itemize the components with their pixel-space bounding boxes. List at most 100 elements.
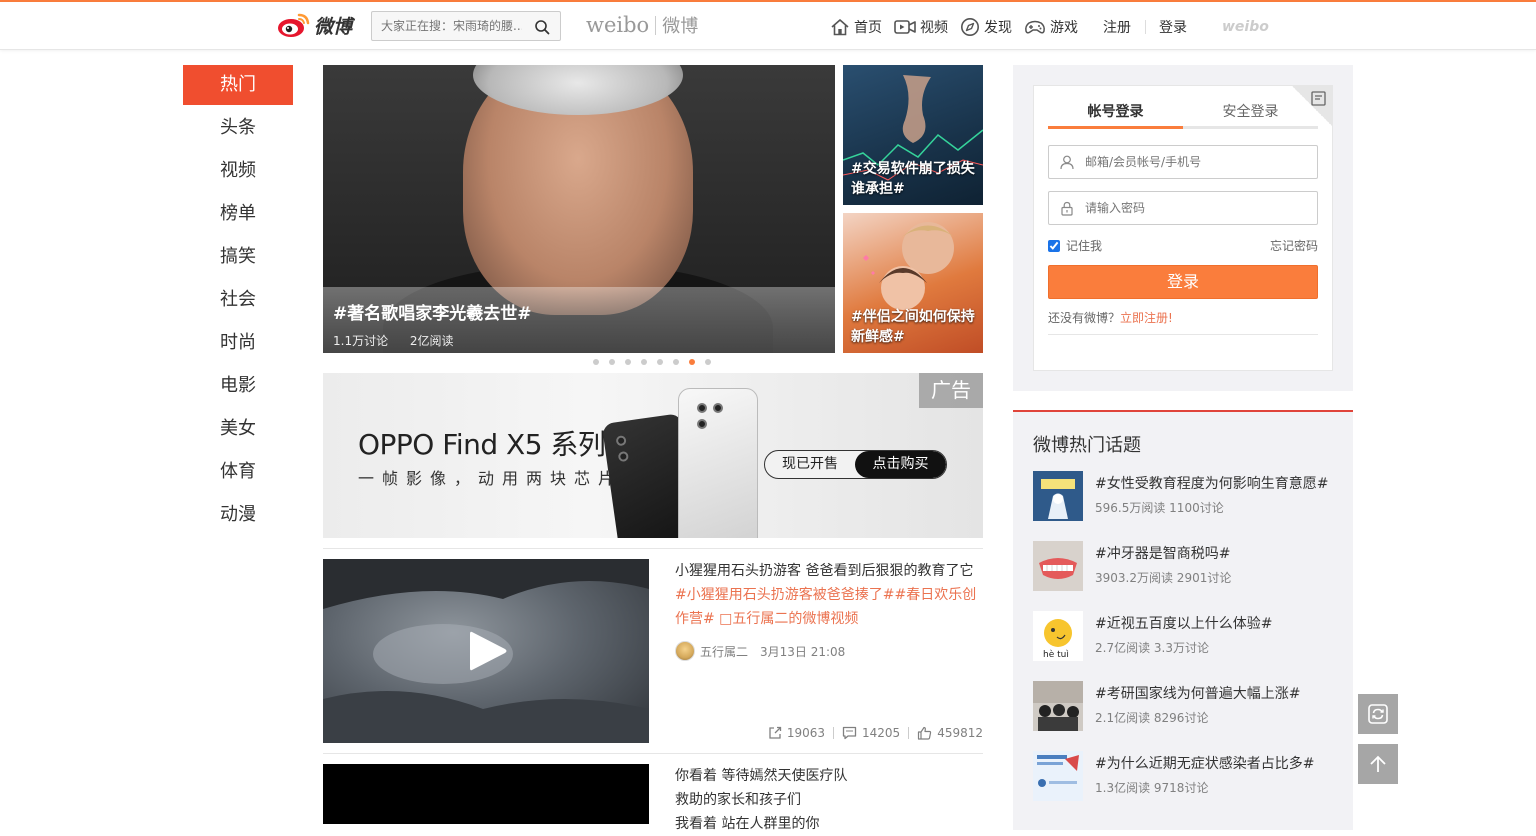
channel-society[interactable]: 社会: [183, 280, 293, 323]
tab-account-login[interactable]: 帐号登录: [1048, 98, 1183, 129]
login-link[interactable]: 登录: [1159, 17, 1187, 37]
ad-banner[interactable]: 广告 OPPO Find X5 系列 一帧影像，动用两块芯片 现已开售 点击购买: [323, 373, 983, 538]
ad-title: OPPO Find X5 系列: [358, 428, 606, 461]
brand-en: weibo: [586, 13, 650, 37]
comment-count: 14205: [862, 726, 901, 740]
like-button[interactable]: 459812: [917, 726, 983, 740]
search-input[interactable]: [372, 12, 522, 40]
feed-time: 3月13日 21:08: [760, 644, 846, 659]
channel-fashion[interactable]: 时尚: [183, 323, 293, 366]
back-to-top-button[interactable]: [1358, 744, 1398, 784]
gamepad-icon: [1025, 20, 1045, 34]
hot-topic-meta: 596.5万阅读 1100讨论: [1095, 501, 1224, 515]
comment-button[interactable]: 14205: [842, 726, 900, 740]
carousel-dot-active[interactable]: [689, 359, 695, 365]
slide-meta: 1.1万讨论 2亿阅读: [333, 332, 825, 349]
feed-divider: [323, 753, 983, 754]
ad-buy-button[interactable]: 点击购买: [855, 451, 946, 478]
play-icon[interactable]: [468, 629, 508, 673]
avatar[interactable]: [675, 641, 695, 661]
hot-topic-meta: 1.3亿阅读 9718讨论: [1095, 781, 1209, 795]
thumbs-up-icon: [918, 726, 932, 740]
ad-tag: 广告: [919, 373, 983, 408]
hot-topic-item[interactable]: hè tuì #近视五百度以上什么体验# 2.7亿阅读 3.3万讨论: [1033, 611, 1343, 661]
feed-item-2-line1: 你看着 等待嫣然天使医疗队: [675, 768, 848, 784]
nav-home-label: 首页: [854, 20, 882, 36]
hot-topic-meta: 3903.2万阅读 2901讨论: [1095, 571, 1232, 585]
arrow-up-icon: [1370, 755, 1386, 772]
feed-item-tags[interactable]: #小猩猩用石头扔游客被爸爸揍了##春日欢乐创作营# □五行属二的微博视频: [675, 583, 980, 631]
forward-count: 19063: [786, 726, 825, 740]
channel-video[interactable]: 视频: [183, 151, 293, 194]
feed-item-2-line2: 救助的家长和孩子们: [675, 792, 801, 808]
nav-game[interactable]: 游戏: [1024, 17, 1078, 37]
channel-funny[interactable]: 搞笑: [183, 237, 293, 280]
feed-item-text-2: 你看着 等待嫣然天使医疗队 救助的家长和孩子们 我看着 站在人群里的你: [675, 764, 980, 836]
carousel-dot[interactable]: [705, 359, 711, 365]
forward-icon: [769, 726, 781, 739]
hot-topic-item[interactable]: #冲牙器是智商税吗# 3903.2万阅读 2901讨论: [1033, 541, 1343, 591]
hot-topic-name: #为什么近期无症状感染者占比多#: [1095, 756, 1315, 772]
phone-white-graphic: [678, 388, 758, 538]
feed-item-actions: 19063 14205 459812: [768, 726, 983, 740]
hot-topic-item[interactable]: #女性受教育程度为何影响生育意愿# 596.5万阅读 1100讨论: [1033, 471, 1343, 521]
svg-text:hè tuì: hè tuì: [1043, 649, 1069, 660]
carousel-dots: [593, 359, 721, 365]
hot-topic-meta: 2.7亿阅读 3.3万讨论: [1095, 641, 1209, 655]
hot-topic-item[interactable]: #为什么近期无症状感染者占比多# 1.3亿阅读 9718讨论: [1033, 751, 1343, 801]
tab-secure-login[interactable]: 安全登录: [1183, 98, 1318, 129]
password-input[interactable]: [1085, 192, 1310, 224]
register-prompt-text: 还没有微博？: [1048, 311, 1121, 325]
remember-me[interactable]: 记住我: [1048, 237, 1102, 254]
refresh-icon: [1368, 704, 1388, 724]
carousel-dot[interactable]: [625, 359, 631, 365]
channel-beauty[interactable]: 美女: [183, 409, 293, 452]
register-link[interactable]: 注册: [1103, 17, 1131, 37]
carousel-main-slide[interactable]: #著名歌唱家李光羲去世# 1.1万讨论 2亿阅读: [323, 65, 835, 353]
carousel-side-slide-1[interactable]: #交易软件崩了损失谁承担#: [843, 65, 983, 205]
username-input[interactable]: [1085, 146, 1310, 178]
channel-hot[interactable]: 热门: [183, 65, 293, 105]
brand-cn: 微博: [662, 16, 699, 37]
feed-user-name[interactable]: 五行属二: [700, 643, 748, 660]
weibo-logo[interactable]: 微博: [277, 9, 352, 41]
weibo-eye-icon: [278, 13, 310, 37]
search-icon[interactable]: [534, 19, 550, 35]
like-count: 459812: [937, 726, 983, 740]
comment-icon: [842, 726, 857, 740]
register-prompt: 还没有微博？立即注册!: [1048, 309, 1318, 335]
register-now-link[interactable]: 立即注册!: [1120, 311, 1173, 325]
slide-title[interactable]: #著名歌唱家李光羲去世#: [333, 299, 825, 324]
action-divider: [833, 727, 834, 739]
carousel-dot[interactable]: [609, 359, 615, 365]
feed-video-thumbnail[interactable]: [323, 559, 649, 743]
ad-buttons: 现已开售 点击购买: [764, 450, 947, 479]
forward-button[interactable]: 19063: [768, 726, 825, 740]
hot-topic-meta: 2.1亿阅读 8296讨论: [1095, 711, 1209, 725]
channel-sports[interactable]: 体育: [183, 452, 293, 495]
carousel-dot[interactable]: [593, 359, 599, 365]
channel-movie[interactable]: 电影: [183, 366, 293, 409]
channel-rank[interactable]: 榜单: [183, 194, 293, 237]
channel-headline[interactable]: 头条: [183, 108, 293, 151]
forgot-password-link[interactable]: 忘记密码: [1270, 237, 1318, 254]
feed-item-user: 五行属二 3月13日 21:08: [675, 641, 845, 661]
hot-topic-name: #女性受教育程度为何影响生育意愿#: [1095, 476, 1329, 492]
channel-anime[interactable]: 动漫: [183, 495, 293, 538]
side-slide-2-caption: #伴侣之间如何保持新鲜感#: [851, 309, 975, 345]
remember-checkbox[interactable]: [1048, 239, 1060, 252]
feed-divider: [323, 548, 983, 549]
nav-video[interactable]: 视频: [894, 17, 948, 37]
carousel-side-slide-2[interactable]: #伴侣之间如何保持新鲜感#: [843, 213, 983, 353]
carousel-dot[interactable]: [673, 359, 679, 365]
nav-home[interactable]: 首页: [830, 17, 882, 37]
nav-divider: [1145, 20, 1146, 34]
nav-discover[interactable]: 发现: [960, 17, 1012, 37]
carousel-dot[interactable]: [641, 359, 647, 365]
compass-icon: [961, 18, 979, 36]
refresh-button[interactable]: [1358, 694, 1398, 734]
login-button[interactable]: 登录: [1048, 265, 1318, 299]
hot-topic-item[interactable]: #考研国家线为何普遍大幅上涨# 2.1亿阅读 8296讨论: [1033, 681, 1343, 731]
feed-video-thumbnail-2[interactable]: [323, 764, 649, 824]
carousel-dot[interactable]: [657, 359, 663, 365]
